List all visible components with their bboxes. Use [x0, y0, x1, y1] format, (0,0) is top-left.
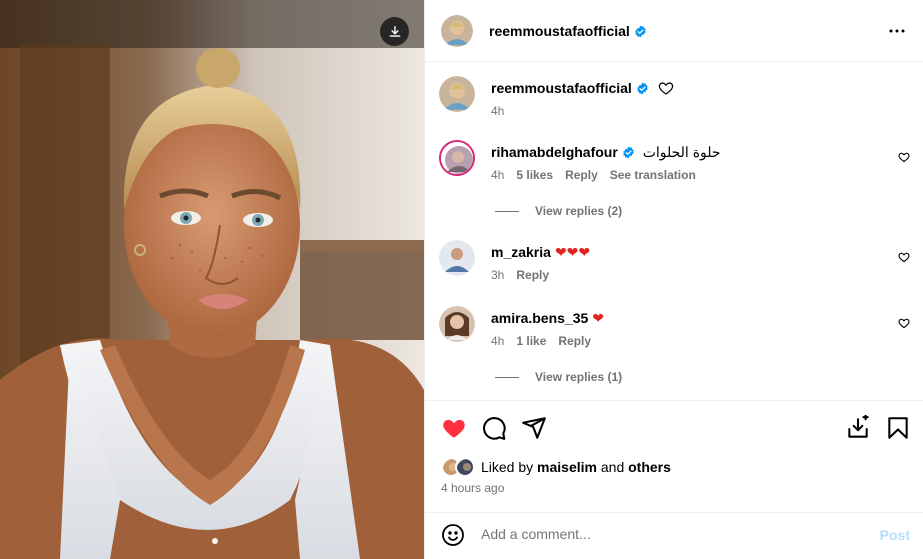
carousel-indicator	[212, 538, 218, 544]
post-header: reemmoustafaofficial	[425, 0, 923, 62]
download-button[interactable]	[380, 17, 409, 46]
commenter-avatar[interactable]	[439, 306, 475, 342]
share-button[interactable]	[521, 415, 547, 446]
post-actions: Liked by maiselim and others 4 hours ago	[425, 400, 923, 512]
comment-meta: 4h 5 likes Reply See translation	[491, 168, 708, 182]
author-username-text[interactable]: reemmoustafaofficial	[489, 23, 630, 39]
reply-button[interactable]: Reply	[558, 334, 591, 348]
liked-by-user[interactable]: maiselim	[537, 459, 597, 475]
see-translation-button[interactable]: See translation	[610, 168, 696, 182]
view-replies-label[interactable]: View replies (1)	[535, 370, 622, 384]
caption-time: 4h	[491, 104, 505, 118]
comment-input[interactable]	[481, 526, 861, 542]
post-media[interactable]	[0, 0, 424, 559]
commenter-username[interactable]: rihamabdelghafour	[491, 144, 618, 160]
emoji-button[interactable]	[441, 523, 465, 552]
comment-time: 3h	[491, 268, 505, 282]
verified-badge-icon	[622, 146, 634, 159]
comment-text: حلوة الحلوات	[642, 144, 721, 160]
commenter-avatar[interactable]	[439, 140, 475, 176]
comment-button[interactable]	[481, 415, 507, 446]
liked-by-prefix: Liked by	[481, 459, 534, 475]
send-icon	[522, 417, 546, 439]
comment-likes[interactable]: 5 likes	[516, 168, 553, 182]
post-dialog: reemmoustafaofficial reemmoustafaofficia…	[0, 0, 923, 559]
view-replies-label[interactable]: View replies (2)	[535, 204, 622, 218]
post-time-ago[interactable]: 4 hours ago	[441, 481, 504, 495]
author-username[interactable]: reemmoustafaofficial	[489, 23, 647, 39]
comment-time: 4h	[491, 334, 505, 348]
comment-composer: Post	[425, 512, 923, 559]
verified-badge-icon	[635, 25, 646, 38]
reply-button[interactable]: Reply	[516, 268, 549, 282]
heart-outline-icon	[898, 252, 910, 263]
post-comment-button[interactable]: Post	[880, 527, 910, 543]
comment-like-button[interactable]	[898, 250, 910, 268]
caption-username[interactable]: reemmoustafaofficial	[491, 80, 632, 96]
heart-outline-icon	[898, 152, 910, 163]
liked-by-and: and	[600, 459, 625, 475]
comment-like-button[interactable]	[898, 150, 910, 168]
commenter-username[interactable]: m_zakria	[491, 244, 551, 260]
comment-meta: 3h Reply	[491, 268, 561, 282]
commenter-avatar[interactable]	[439, 240, 475, 276]
reply-button[interactable]: Reply	[565, 168, 598, 182]
comment-like-button[interactable]	[898, 316, 910, 334]
commenter-username[interactable]: amira.bens_35	[491, 310, 588, 326]
heart-filled-icon	[443, 419, 465, 438]
replies-divider	[495, 376, 519, 378]
comment-line: rihamabdelghafour حلوة الحلوات	[491, 144, 721, 161]
smile-icon	[442, 524, 464, 546]
post-side-panel: reemmoustafaofficial reemmoustafaofficia…	[424, 0, 923, 559]
more-horizontal-icon	[889, 29, 905, 33]
caption-meta: 4h	[491, 104, 516, 118]
caption-line: reemmoustafaofficial	[491, 80, 674, 96]
verified-badge-icon	[637, 82, 648, 95]
more-options-button[interactable]	[888, 22, 906, 45]
heart-outline-icon	[658, 82, 673, 95]
liker-avatar	[455, 457, 475, 477]
comment-line: amira.bens_35 ❤	[491, 310, 604, 327]
comment-time: 4h	[491, 168, 505, 182]
comment-icon	[483, 417, 506, 440]
comment-line: m_zakria ❤❤❤	[491, 244, 590, 261]
view-replies-button[interactable]: View replies (2)	[495, 204, 622, 218]
view-replies-button[interactable]: View replies (1)	[495, 370, 622, 384]
bookmark-button[interactable]	[885, 415, 911, 446]
liked-by-avatars[interactable]	[441, 457, 477, 477]
post-photo	[0, 0, 424, 559]
save-to-collection-button[interactable]	[845, 413, 871, 446]
like-button[interactable]	[441, 415, 467, 446]
download-icon	[389, 25, 400, 37]
bookmark-icon	[888, 417, 908, 439]
liked-by-others[interactable]: others	[628, 459, 671, 475]
comment-text: ❤	[592, 310, 605, 326]
comment-text: ❤❤❤	[554, 244, 591, 260]
heart-outline-icon	[898, 318, 910, 329]
replies-divider	[495, 210, 519, 212]
author-avatar[interactable]	[441, 15, 473, 47]
comment-likes[interactable]: 1 like	[516, 334, 546, 348]
caption-avatar[interactable]	[439, 76, 475, 112]
comment-meta: 4h 1 like Reply	[491, 334, 603, 348]
comments-list[interactable]: reemmoustafaofficial 4h rihamabdelghafou…	[425, 62, 923, 400]
download-tray-icon	[848, 413, 869, 438]
liked-by-summary: Liked by maiselim and others	[441, 457, 671, 477]
